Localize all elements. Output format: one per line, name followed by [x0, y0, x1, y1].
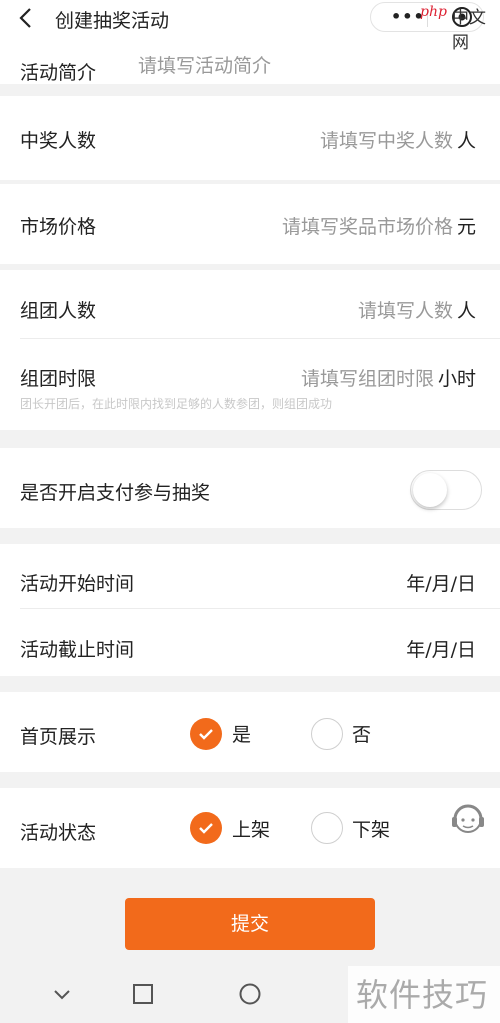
homepage-no-label[interactable]: 否 — [352, 720, 371, 747]
homepage-yes-label[interactable]: 是 — [232, 720, 251, 747]
group-time-label: 组团时限 — [20, 368, 97, 390]
intro-section: 活动简介 请填写活动简介 — [0, 38, 500, 84]
winners-label: 中奖人数 — [20, 130, 97, 152]
customer-service-icon[interactable] — [444, 797, 492, 845]
watermark-text: 软件技巧 — [356, 976, 489, 1014]
end-time-picker[interactable]: 年/月/日 — [406, 635, 476, 662]
intro-label: 活动简介 — [20, 62, 97, 84]
recent-apps-icon[interactable] — [131, 982, 155, 1006]
page-title: 创建抽奖活动 — [55, 10, 170, 32]
group-size-input[interactable]: 请填写人数人 — [358, 296, 476, 323]
start-time-picker[interactable]: 年/月/日 — [406, 569, 476, 596]
group-size-placeholder: 请填写人数 — [357, 300, 453, 322]
homepage-label: 首页展示 — [20, 726, 97, 748]
status-off-radio[interactable] — [311, 812, 343, 844]
status-label: 活动状态 — [20, 822, 97, 844]
intro-input[interactable]: 请填写活动简介 — [138, 51, 271, 78]
price-section: 市场价格 请填写奖品市场价格元 — [0, 184, 500, 264]
group-size-unit: 人 — [456, 300, 476, 322]
winners-placeholder: 请填写中奖人数 — [319, 130, 453, 152]
price-label: 市场价格 — [20, 216, 97, 238]
toggle-knob — [413, 473, 447, 507]
status-on-label[interactable]: 上架 — [232, 815, 270, 842]
divider — [20, 338, 500, 339]
homepage-no-radio[interactable] — [311, 718, 343, 750]
group-time-hint: 团长开团后，在此时限内找到足够的人数参团，则组团成功 — [20, 397, 333, 411]
price-input[interactable]: 请填写奖品市场价格元 — [282, 212, 476, 239]
status-section: 活动状态 上架 下架 — [0, 788, 500, 868]
check-icon — [199, 729, 213, 740]
time-section: 活动开始时间 年/月/日 活动截止时间 年/月/日 — [0, 544, 500, 676]
group-size-label: 组团人数 — [20, 300, 97, 322]
pay-toggle-label: 是否开启支付参与抽奖 — [20, 482, 211, 504]
status-on-radio[interactable] — [190, 812, 222, 844]
group-time-unit: 小时 — [437, 368, 476, 390]
pay-toggle-switch[interactable] — [410, 470, 482, 510]
homepage-section: 首页展示 是 否 — [0, 692, 500, 772]
group-time-placeholder: 请填写组团时限 — [300, 368, 434, 390]
divider — [20, 608, 500, 609]
back-arrow-icon[interactable] — [14, 6, 38, 30]
hide-keyboard-icon[interactable] — [50, 982, 74, 1006]
check-icon — [199, 823, 213, 834]
status-off-label[interactable]: 下架 — [352, 815, 390, 842]
home-icon[interactable] — [238, 982, 262, 1006]
end-time-label: 活动截止时间 — [20, 639, 135, 661]
watermark-php: php — [420, 4, 447, 20]
submit-button[interactable]: 提交 — [125, 898, 375, 950]
winners-unit: 人 — [456, 130, 476, 152]
group-time-input[interactable]: 请填写组团时限 小时 — [301, 364, 476, 391]
start-time-label: 活动开始时间 — [20, 573, 135, 595]
watermark-cn: 中文网 — [452, 8, 486, 53]
homepage-yes-radio[interactable] — [190, 718, 222, 750]
pay-toggle-section: 是否开启支付参与抽奖 — [0, 448, 500, 528]
price-unit: 元 — [456, 216, 476, 238]
price-placeholder: 请填写奖品市场价格 — [281, 216, 453, 238]
winners-section: 中奖人数 请填写中奖人数人 — [0, 96, 500, 180]
winners-input[interactable]: 请填写中奖人数人 — [320, 126, 476, 153]
